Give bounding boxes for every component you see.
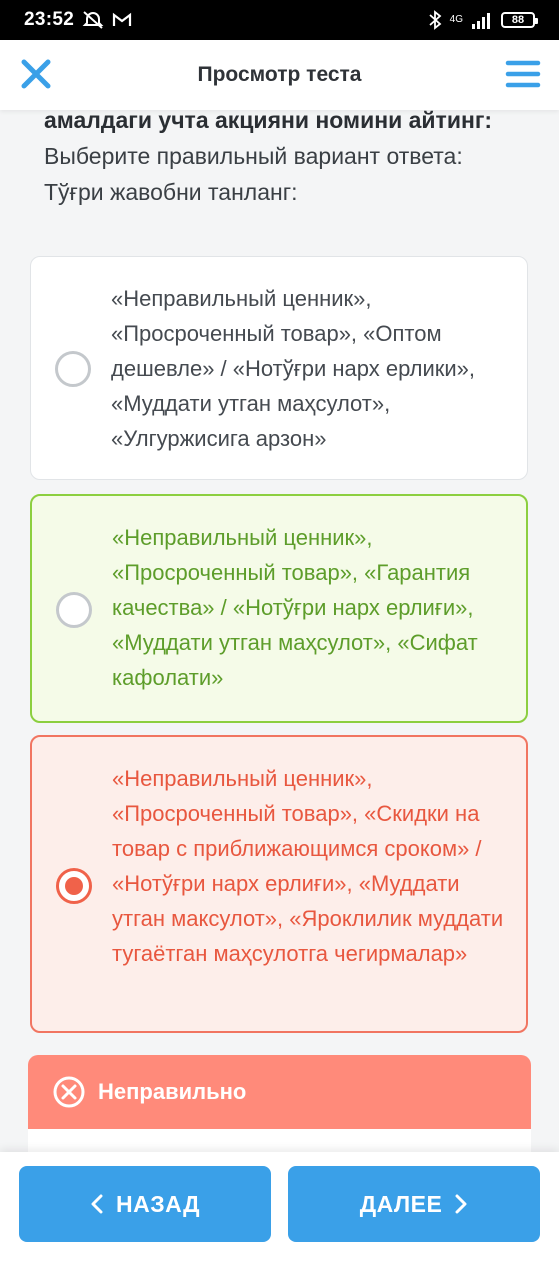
status-time: 23:52 (24, 9, 75, 30)
bottom-nav: НАЗАД ДАЛЕЕ (0, 1152, 559, 1280)
radio-button-selected[interactable] (56, 868, 92, 904)
back-button-label: НАЗАД (116, 1190, 200, 1217)
back-button[interactable]: НАЗАД (19, 1166, 271, 1242)
radio-button[interactable] (55, 351, 91, 387)
page-title: Просмотр теста (197, 63, 362, 86)
network-type: 4G (449, 14, 463, 25)
question-instruction-uz: Тўғри жавобни танланг: (44, 179, 298, 205)
muted-alarm-icon (82, 11, 104, 29)
gmail-icon (113, 12, 132, 26)
radio-selected-dot (65, 877, 83, 895)
result-banner: Неправильно (28, 1055, 531, 1129)
question-line-1: амалдаги учта акцияни номини айтинг: (44, 107, 493, 133)
answer-option-1[interactable]: «Неправильный ценник», «Просроченный тов… (30, 256, 528, 480)
next-button-label: ДАЛЕЕ (359, 1190, 443, 1217)
signal-icon (472, 13, 490, 29)
result-label: Неправильно (98, 1079, 247, 1104)
menu-icon[interactable] (505, 56, 541, 92)
battery-level: 88 (511, 14, 525, 26)
question-text: амалдаги учта акцияни номини айтинг: Выб… (44, 102, 524, 210)
answer-option-text: «Неправильный ценник», «Просроченный тов… (112, 766, 504, 966)
error-circle-icon (53, 1076, 85, 1108)
chevron-left-icon (91, 1194, 103, 1214)
battery-icon: 88 (501, 12, 538, 28)
app-header: Просмотр теста (0, 40, 559, 110)
question-instruction-ru: Выберите правильный вариант ответа: (44, 143, 463, 169)
close-icon[interactable] (18, 56, 54, 92)
answer-option-text: «Неправильный ценник», «Просроченный тов… (112, 525, 478, 690)
chevron-right-icon (455, 1194, 467, 1214)
answer-option-3[interactable]: «Неправильный ценник», «Просроченный тов… (30, 735, 528, 1033)
radio-button[interactable] (56, 592, 92, 628)
status-bar: 23:52 4G 88 (0, 0, 559, 40)
bluetooth-icon (429, 10, 442, 30)
next-button[interactable]: ДАЛЕЕ (288, 1166, 540, 1242)
answer-option-text: «Неправильный ценник», «Просроченный тов… (111, 286, 475, 451)
answer-option-2[interactable]: «Неправильный ценник», «Просроченный тов… (30, 494, 528, 723)
